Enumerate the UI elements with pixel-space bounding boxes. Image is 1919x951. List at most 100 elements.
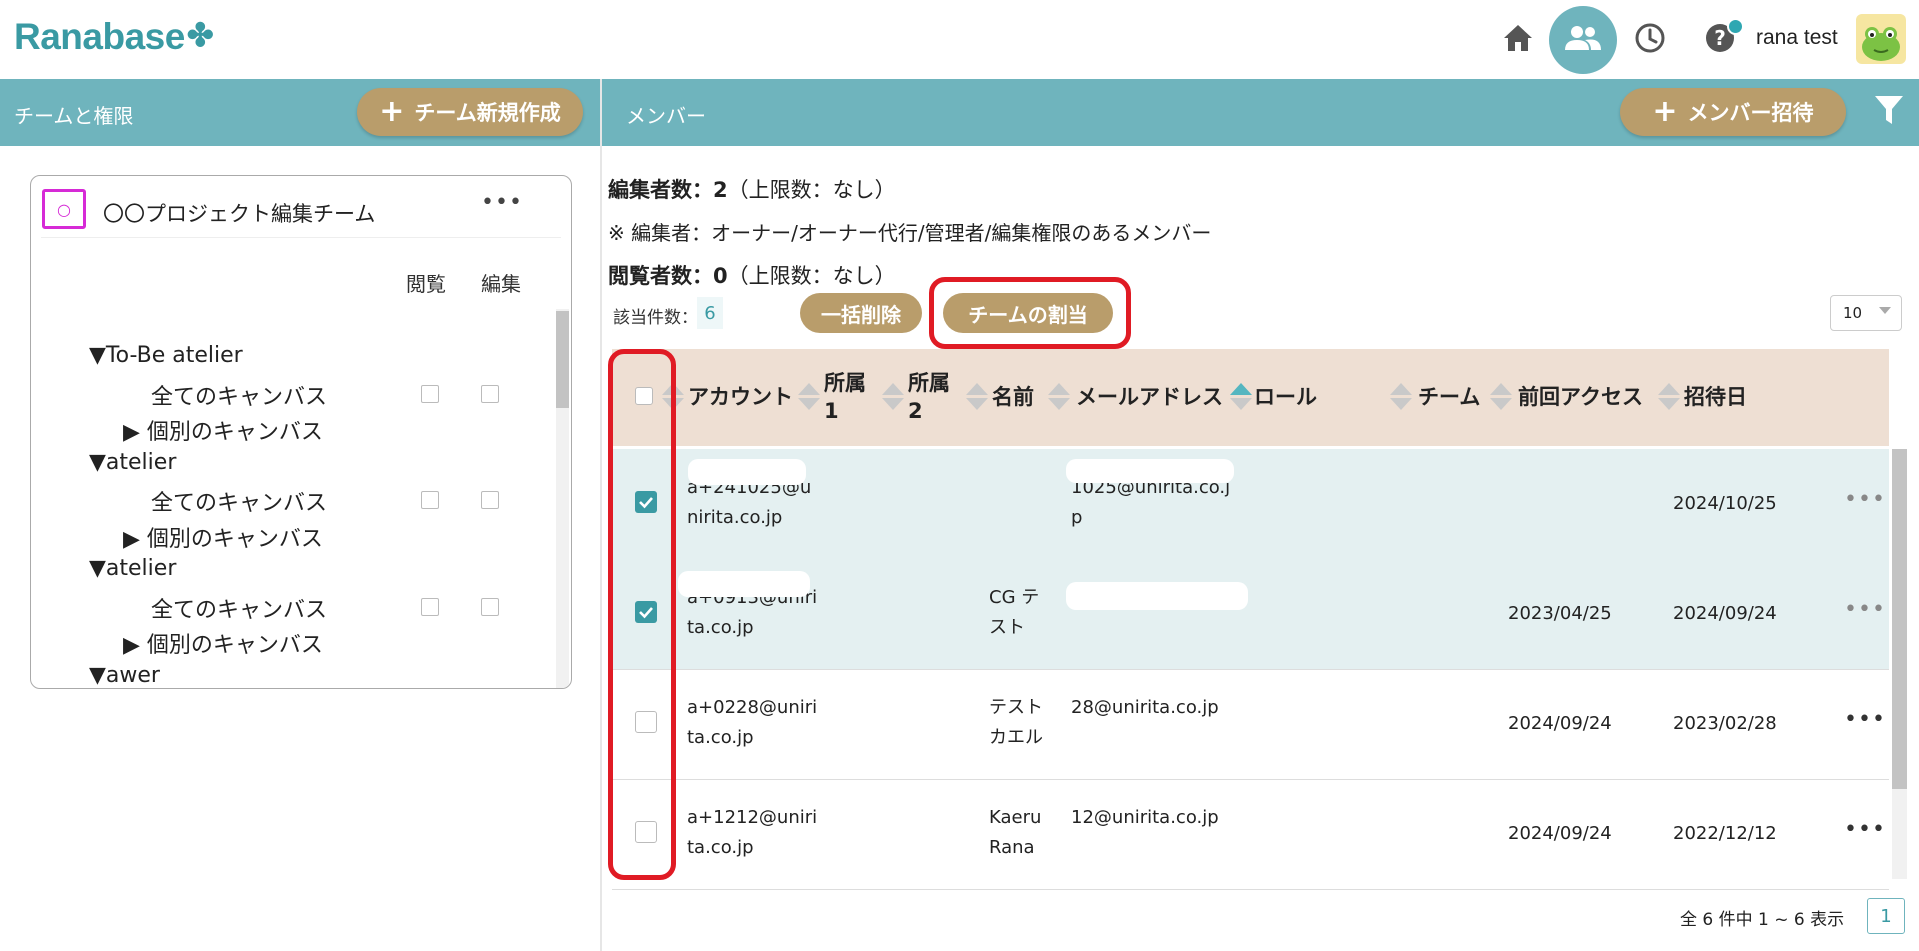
clock-icon[interactable] xyxy=(1630,18,1670,58)
last-access-cell: 2024/09/24 xyxy=(1508,713,1612,734)
table-scrollbar[interactable] xyxy=(1892,449,1907,879)
sort-dept2-icon[interactable] xyxy=(882,383,904,411)
viewer-count: 閲覧者数：0（上限数：なし） xyxy=(608,264,896,288)
view-permission-checkbox[interactable] xyxy=(421,597,439,616)
email-cell: 28@unirita.co.jp xyxy=(1071,697,1219,718)
members-panel-header: メンバー + メンバー招待 xyxy=(602,79,1919,146)
invited-date-cell: 2024/09/24 xyxy=(1673,603,1777,624)
row-more-menu[interactable]: ••• xyxy=(1844,487,1886,512)
tree-node[interactable]: ▼atelier xyxy=(89,556,176,581)
col-account[interactable]: アカウント xyxy=(688,383,793,411)
hit-count-label: 該当件数： xyxy=(613,308,698,328)
edit-column-label: 編集 xyxy=(481,272,521,296)
row-more-menu[interactable]: ••• xyxy=(1844,597,1886,622)
sort-dept1-icon[interactable] xyxy=(798,383,820,411)
tree-scrollbar[interactable] xyxy=(556,309,569,688)
ranabase-logo[interactable]: Ranabase✤ xyxy=(14,16,214,58)
sort-role-icon[interactable] xyxy=(1230,383,1252,411)
name-cell: テスト カエル xyxy=(989,697,1043,748)
col-name[interactable]: 名前 xyxy=(992,383,1034,411)
col-dept2[interactable]: 所属 2 xyxy=(908,369,950,425)
account-cell: a+0228@uniri ta.co.jp xyxy=(687,697,818,748)
sort-name-icon[interactable] xyxy=(966,383,988,411)
tree-item-all-canvas[interactable]: 全てのキャンバス xyxy=(151,485,327,517)
members-nav-button[interactable] xyxy=(1549,6,1617,74)
invited-date-cell: 2024/10/25 xyxy=(1673,493,1777,514)
sort-team-icon[interactable] xyxy=(1390,383,1412,411)
tree-scrollbar-thumb[interactable] xyxy=(556,311,569,408)
edit-permission-checkbox[interactable] xyxy=(481,597,499,616)
create-team-button[interactable]: + チーム新規作成 xyxy=(357,88,583,136)
tree-node[interactable]: ▶ 個別のキャンバス xyxy=(123,627,323,659)
col-last-access[interactable]: 前回アクセス xyxy=(1518,383,1643,411)
table-scrollbar-thumb[interactable] xyxy=(1892,449,1907,789)
row-more-menu[interactable]: ••• xyxy=(1844,817,1886,842)
invite-member-button[interactable]: + メンバー招待 xyxy=(1620,88,1846,136)
notification-dot xyxy=(1727,18,1744,35)
col-dept1[interactable]: 所属 1 xyxy=(824,369,866,425)
edit-permission-checkbox[interactable] xyxy=(481,491,499,509)
edit-permission-checkbox[interactable] xyxy=(481,384,499,403)
people-icon xyxy=(1563,24,1603,56)
tree-node[interactable]: ▼atelier xyxy=(89,450,176,475)
panel-divider xyxy=(600,79,602,951)
invited-date-cell: 2022/12/12 xyxy=(1673,823,1777,844)
pagination-summary: 全 6 件中 1 ~ 6 表示 xyxy=(1680,910,1845,930)
hit-count-badge: 6 xyxy=(697,297,723,329)
team-color-swatch[interactable]: ○ xyxy=(42,189,86,229)
plus-icon: + xyxy=(379,94,405,129)
highlight-assign-team xyxy=(929,277,1131,349)
members-panel-title: メンバー xyxy=(626,104,706,128)
last-access-cell: 2024/09/24 xyxy=(1508,823,1612,844)
svg-text:?: ? xyxy=(1714,26,1726,50)
last-access-cell: 2023/04/25 xyxy=(1508,603,1612,624)
table-header: アカウント 所属 1 所属 2 名前 メールアドレス ロール チーム 前回アクセス … xyxy=(612,349,1889,446)
editor-note: ※ 編集者：オーナー/オーナー代行/管理者/編集権限のあるメンバー xyxy=(608,221,1212,245)
page-1-button[interactable]: 1 xyxy=(1867,898,1905,934)
col-role[interactable]: ロール xyxy=(1254,383,1317,411)
home-icon[interactable] xyxy=(1498,18,1538,58)
highlight-checkbox-column xyxy=(608,349,676,880)
sort-invited-icon[interactable] xyxy=(1658,383,1680,411)
page-size-select[interactable]: 10 xyxy=(1830,295,1902,331)
name-cell: Kaeru Rana xyxy=(989,807,1042,858)
team-more-menu[interactable]: ••• xyxy=(481,190,523,215)
teams-panel-title: チームと権限 xyxy=(14,104,134,128)
tree-node[interactable]: ▼To-Be atelier xyxy=(89,343,243,368)
tree-node[interactable]: ▶ 個別のキャンバス xyxy=(123,521,323,553)
col-email[interactable]: メールアドレス xyxy=(1076,383,1223,411)
bulk-delete-button[interactable]: 一括削除 xyxy=(800,293,922,333)
name-cell: CG テスト xyxy=(989,587,1040,638)
tree-node[interactable]: ▼awer xyxy=(89,663,160,688)
avatar[interactable] xyxy=(1856,14,1906,64)
user-name[interactable]: rana test xyxy=(1756,26,1838,50)
team-card: ○ 〇〇プロジェクト編集チーム ••• 閲覧 編集 ▼To-Be atelier… xyxy=(30,175,572,689)
redaction-mask xyxy=(1066,582,1248,610)
view-column-label: 閲覧 xyxy=(406,272,446,296)
top-bar: Ranabase✤ ? rana test xyxy=(0,0,1919,78)
row-more-menu[interactable]: ••• xyxy=(1844,707,1886,732)
sort-email-icon[interactable] xyxy=(1048,383,1070,411)
account-cell: a+1212@uniri ta.co.jp xyxy=(687,807,818,858)
teams-panel-header: チームと権限 + チーム新規作成 xyxy=(0,79,600,146)
tree-item-all-canvas[interactable]: 全てのキャンバス xyxy=(151,379,327,411)
frog-mark-icon: ✤ xyxy=(186,17,214,53)
filter-icon[interactable] xyxy=(1874,94,1904,130)
tree-node[interactable]: ▶ 個別のキャンバス xyxy=(123,414,323,446)
tree-item-all-canvas[interactable]: 全てのキャンバス xyxy=(151,592,327,624)
sort-last-access-icon[interactable] xyxy=(1490,383,1512,411)
redaction-mask xyxy=(678,571,810,597)
view-permission-checkbox[interactable] xyxy=(421,384,439,403)
col-team[interactable]: チーム xyxy=(1418,383,1480,411)
plus-icon: + xyxy=(1652,94,1678,129)
email-cell: 12@unirita.co.jp xyxy=(1071,807,1219,828)
table-row[interactable]: a+1212@uniri ta.co.jp Kaeru Rana 12@unirita.… xyxy=(612,779,1889,890)
view-permission-checkbox[interactable] xyxy=(421,491,439,509)
team-name: 〇〇プロジェクト編集チーム xyxy=(103,202,376,226)
col-invited[interactable]: 招待日 xyxy=(1684,383,1747,411)
table-row[interactable]: a+0228@uniri ta.co.jp テスト カエル 28@unirita.co.… xyxy=(612,669,1889,780)
redaction-mask xyxy=(1066,459,1234,483)
editor-count: 編集者数：2（上限数：なし） xyxy=(608,178,896,202)
invited-date-cell: 2023/02/28 xyxy=(1673,713,1777,734)
chevron-down-icon xyxy=(1879,307,1891,314)
